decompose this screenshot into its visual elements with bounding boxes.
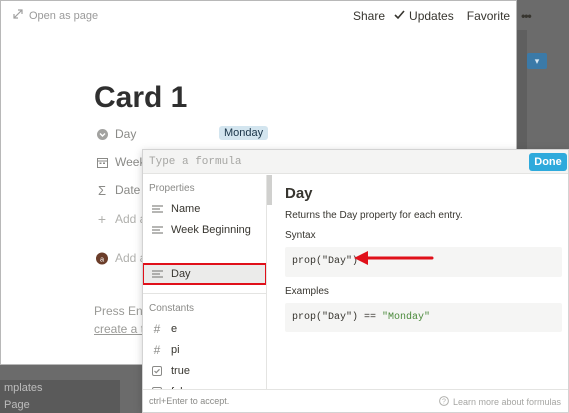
list-item-pi-label: pi bbox=[171, 344, 180, 356]
property-day-label: Day bbox=[115, 127, 137, 141]
background-sidebar-page: Page bbox=[4, 399, 30, 411]
constants-section-label: Constants bbox=[149, 303, 195, 314]
example-code-mid: ) == bbox=[352, 312, 383, 323]
open-as-page-label: Open as page bbox=[29, 9, 99, 22]
hash-icon: # bbox=[153, 322, 161, 336]
property-day[interactable]: Day bbox=[96, 127, 136, 141]
formula-detail-panel: Day Returns the Day property for each en… bbox=[273, 175, 568, 389]
formula-circle-icon bbox=[96, 128, 108, 140]
page-title[interactable]: Card 1 bbox=[94, 81, 187, 115]
list-scrollbar[interactable] bbox=[267, 175, 272, 389]
add-property-button[interactable]: + Add a bbox=[96, 211, 146, 227]
detail-description: Returns the Day property for each entry. bbox=[285, 210, 463, 221]
help-circle-icon: ? bbox=[439, 396, 449, 408]
hash-icon: # bbox=[153, 343, 161, 357]
example-code-block: prop("Day") == "Monday" bbox=[285, 303, 562, 332]
property-week[interactable]: Week bbox=[96, 155, 145, 169]
learn-more-label: Learn more about formulas bbox=[453, 397, 562, 407]
list-item-e-label: e bbox=[171, 323, 178, 335]
red-arrow-annotation bbox=[354, 251, 434, 265]
list-item-day-label: Day bbox=[171, 268, 191, 280]
property-date-label: Date bbox=[115, 183, 141, 197]
example-code-arg: "Day" bbox=[322, 312, 353, 323]
list-item-day[interactable]: Day bbox=[143, 264, 266, 284]
properties-section-label: Properties bbox=[149, 183, 195, 194]
section-divider bbox=[143, 293, 266, 294]
list-item-false[interactable]: false bbox=[143, 382, 266, 389]
formula-reference-list: Properties Name Week Beginning Day Const… bbox=[143, 175, 267, 389]
example-code-fn: prop( bbox=[292, 312, 323, 323]
sigma-icon: Σ bbox=[97, 182, 107, 198]
updates-button[interactable]: Updates bbox=[409, 9, 454, 23]
list-item-e[interactable]: # e bbox=[143, 319, 266, 339]
list-item-week-beginning[interactable]: Week Beginning bbox=[143, 220, 266, 240]
syntax-label: Syntax bbox=[285, 230, 316, 241]
add-comment-row[interactable]: a Add a bbox=[96, 251, 146, 265]
text-lines-icon bbox=[151, 268, 163, 280]
syntax-code-fn: prop( bbox=[292, 256, 323, 267]
expand-arrows-icon bbox=[13, 9, 23, 22]
open-as-page-button[interactable]: Open as page bbox=[13, 9, 98, 22]
plus-icon: + bbox=[97, 211, 107, 227]
property-week-label: Week bbox=[115, 155, 146, 169]
examples-label: Examples bbox=[285, 286, 329, 297]
avatar: a bbox=[96, 252, 108, 264]
example-code-value: "Monday" bbox=[382, 312, 431, 323]
more-options-icon[interactable]: ••• bbox=[521, 9, 532, 23]
favorite-button[interactable]: Favorite bbox=[467, 9, 510, 23]
syntax-code: prop("Day") bbox=[292, 256, 358, 267]
topbar-actions: Share Updates Favorite ••• bbox=[353, 9, 532, 23]
list-item-true-label: true bbox=[171, 365, 190, 377]
checkbox-icon bbox=[151, 365, 163, 377]
learn-more-link[interactable]: ? Learn more about formulas bbox=[439, 396, 561, 408]
detail-title: Day bbox=[285, 185, 313, 202]
text-lines-icon bbox=[151, 203, 163, 215]
formula-input[interactable] bbox=[147, 152, 525, 171]
list-item-name-label: Name bbox=[171, 203, 201, 215]
share-button[interactable]: Share bbox=[353, 9, 385, 23]
list-item-pi[interactable]: # pi bbox=[143, 340, 266, 360]
list-item-true[interactable]: true bbox=[143, 361, 266, 381]
calendar-icon bbox=[96, 156, 108, 168]
syntax-code-arg: "Day" bbox=[322, 256, 353, 267]
list-item-week-beginning-label: Week Beginning bbox=[171, 224, 251, 236]
background-dropdown-icon: ▾ bbox=[527, 53, 547, 69]
property-date[interactable]: Σ Date bbox=[96, 182, 141, 198]
footer-hint: ctrl+Enter to accept. bbox=[149, 396, 230, 406]
text-lines-icon bbox=[151, 224, 163, 236]
formula-editor-popup: Done Properties Name Week Beginning Day … bbox=[142, 149, 569, 413]
checkmark-icon bbox=[394, 9, 405, 23]
done-button[interactable]: Done bbox=[529, 153, 567, 171]
formula-footer: ctrl+Enter to accept. ? Learn more about… bbox=[143, 389, 568, 412]
day-value-tag[interactable]: Monday bbox=[219, 126, 269, 140]
example-code: prop("Day") == "Monday" bbox=[292, 312, 430, 323]
background-sidebar-templates: mplates bbox=[4, 382, 43, 394]
background-sidebar: mplates Page bbox=[0, 380, 120, 413]
formula-input-row: Done bbox=[143, 150, 568, 174]
list-item-name[interactable]: Name bbox=[143, 199, 266, 219]
create-template-link[interactable]: create a t bbox=[94, 322, 144, 336]
svg-text:?: ? bbox=[442, 398, 446, 405]
list-scrollbar-thumb[interactable] bbox=[267, 175, 272, 205]
